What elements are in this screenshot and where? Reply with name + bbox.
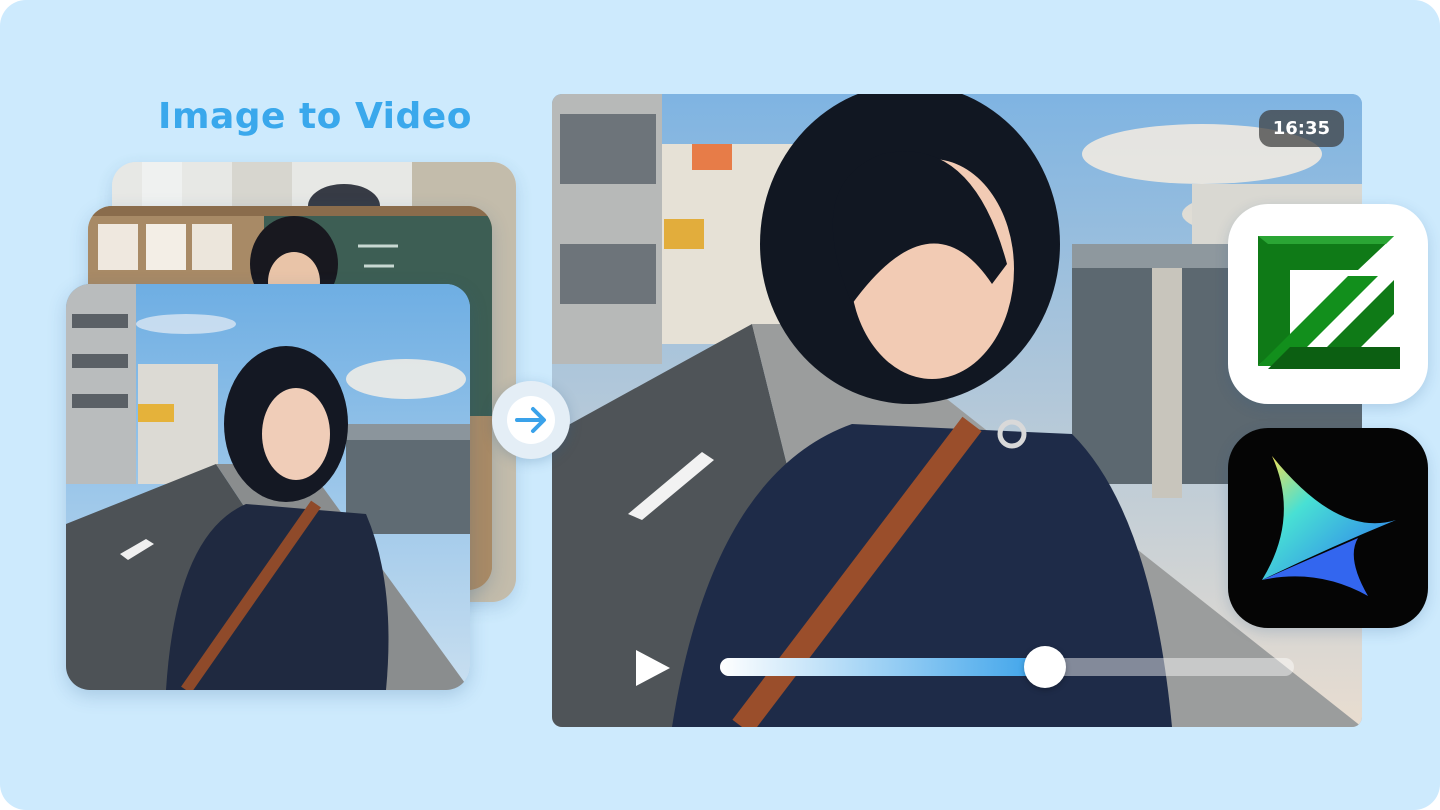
progress-track[interactable] [720, 646, 1294, 688]
four-point-star-logo-icon [1262, 456, 1396, 596]
progress-fill [720, 658, 1045, 676]
canvas: Image to Video 16:35 [0, 0, 1440, 810]
page-title: Image to Video [158, 96, 472, 137]
input-image-front[interactable] [66, 284, 470, 690]
video-player[interactable]: 16:35 [552, 94, 1362, 727]
street-portrait-photo [66, 284, 470, 690]
arrow-right-icon [507, 396, 555, 444]
filmora-app-icon[interactable] [1228, 428, 1428, 628]
convert-arrow-button[interactable] [492, 381, 570, 459]
play-icon[interactable] [634, 648, 674, 688]
video-timestamp: 16:35 [1258, 110, 1344, 147]
progress-handle[interactable] [1023, 646, 1066, 688]
ffmpeg-logo-icon [1258, 236, 1400, 369]
video-frame [552, 94, 1362, 727]
ffmpeg-app-icon[interactable] [1228, 204, 1428, 404]
